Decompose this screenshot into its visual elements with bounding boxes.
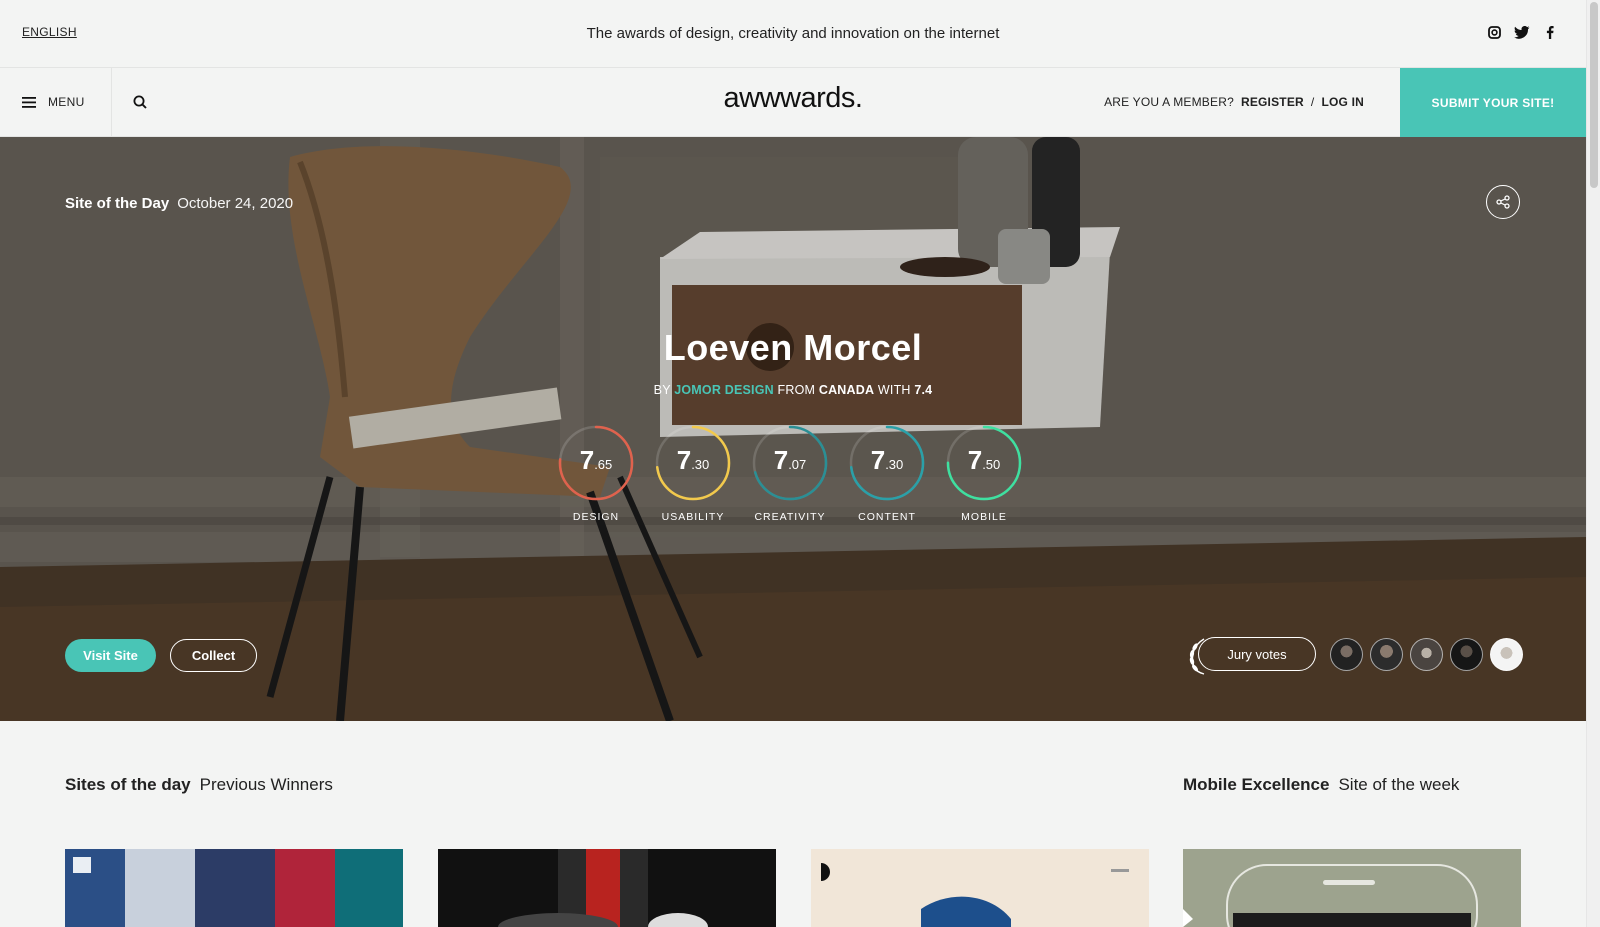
country-label: CANADA (818, 383, 875, 397)
site-of-the-day-label: Site of the Day October 24, 2020 (65, 195, 293, 212)
login-link[interactable]: LOG IN (1321, 95, 1364, 109)
score-label: DESIGN (572, 511, 620, 523)
facebook-icon[interactable] (1542, 24, 1558, 40)
jury-votes-control[interactable]: Jury votes (1188, 637, 1316, 675)
score-whole: 7 (773, 445, 789, 475)
sotd-date: October 24, 2020 (177, 195, 294, 212)
section-subtitle[interactable]: Previous Winners (200, 775, 333, 795)
instagram-icon[interactable] (1486, 24, 1502, 40)
site-thumbnail[interactable] (1183, 849, 1521, 927)
score-ring: 7.30 (848, 424, 926, 502)
score-decimal: .30 (691, 457, 710, 472)
score-whole: 7 (579, 445, 595, 475)
byline-by: BY (653, 383, 671, 397)
avatar[interactable] (1450, 638, 1483, 671)
score-usability: 7.30 USABILITY (654, 424, 732, 523)
register-link[interactable]: REGISTER (1241, 95, 1304, 109)
author-link[interactable]: JOMOR DESIGN (674, 383, 774, 397)
site-thumbnail[interactable] (438, 849, 776, 927)
page-scrollbar[interactable] (1586, 0, 1600, 927)
jury-votes-button[interactable]: Jury votes (1198, 637, 1316, 671)
score-whole: 7 (676, 445, 692, 475)
avatar[interactable] (1410, 638, 1443, 671)
score-label: USABILITY (661, 511, 725, 523)
sotd-badge: Site of the Day (65, 195, 170, 212)
avatar[interactable] (1370, 638, 1403, 671)
member-links: ARE YOU A MEMBER? REGISTER / LOG IN (1104, 95, 1364, 109)
link-separator: / (1310, 95, 1315, 109)
share-button[interactable] (1486, 185, 1520, 219)
site-title: Loeven Morcel (663, 327, 923, 368)
social-links (1486, 24, 1558, 40)
collect-button[interactable]: Collect (170, 639, 257, 672)
twitter-icon[interactable] (1514, 24, 1530, 40)
score-creativity: 7.07 CREATIVITY (751, 424, 829, 523)
sites-of-the-day-heading: Sites of the day Previous Winners (65, 775, 333, 795)
score-ring: 7.30 (654, 424, 732, 502)
score-whole: 7 (870, 445, 886, 475)
score-decimal: .07 (788, 457, 807, 472)
top-bar: ENGLISH The awards of design, creativity… (0, 0, 1586, 68)
score-ring: 7.07 (751, 424, 829, 502)
score-decimal: .50 (982, 457, 1001, 472)
member-question: ARE YOU A MEMBER? (1104, 95, 1234, 109)
avatar[interactable] (1490, 638, 1523, 671)
mobile-excellence-heading: Mobile Excellence Site of the week (1183, 775, 1459, 795)
score-decimal: .30 (885, 457, 904, 472)
jury-avatars (1330, 638, 1523, 671)
site-tagline: The awards of design, creativity and inn… (586, 25, 1000, 42)
site-thumbnail[interactable] (65, 849, 403, 927)
avatar[interactable] (1330, 638, 1363, 671)
main-navbar: MENU awwwards. ARE YOU A MEMBER? REGISTE… (0, 68, 1586, 137)
site-byline: BY JOMOR DESIGN FROM CANADA WITH 7.4 (0, 383, 1586, 397)
score-label: CREATIVITY (754, 511, 826, 523)
score-label: MOBILE (961, 511, 1007, 523)
score-rings: 7.65 DESIGN 7.30 USABILITY 7.07 CREATIVI… (557, 424, 1023, 523)
visit-site-button[interactable]: Visit Site (65, 639, 156, 672)
score-ring: 7.50 (945, 424, 1023, 502)
score-whole: 7 (967, 445, 983, 475)
section-subtitle[interactable]: Site of the week (1338, 775, 1459, 795)
section-title: Mobile Excellence (1183, 775, 1330, 794)
score-mobile: 7.50 MOBILE (945, 424, 1023, 523)
submit-site-button[interactable]: SUBMIT YOUR SITE! (1400, 68, 1586, 137)
site-thumbnail[interactable] (811, 849, 1149, 927)
score-content: 7.30 CONTENT (848, 424, 926, 523)
score-decimal: .65 (594, 457, 613, 472)
scrollbar-thumb[interactable] (1590, 2, 1598, 188)
overall-score: 7.4 (914, 383, 933, 397)
score-label: CONTENT (858, 511, 916, 523)
section-title: Sites of the day (65, 775, 191, 794)
share-icon (1496, 195, 1510, 209)
hero-banner: Site of the Day October 24, 2020 Loeven … (0, 137, 1586, 721)
byline-with: WITH (877, 383, 911, 397)
byline-from: FROM (777, 383, 816, 397)
score-design: 7.65 DESIGN (557, 424, 635, 523)
score-ring: 7.65 (557, 424, 635, 502)
